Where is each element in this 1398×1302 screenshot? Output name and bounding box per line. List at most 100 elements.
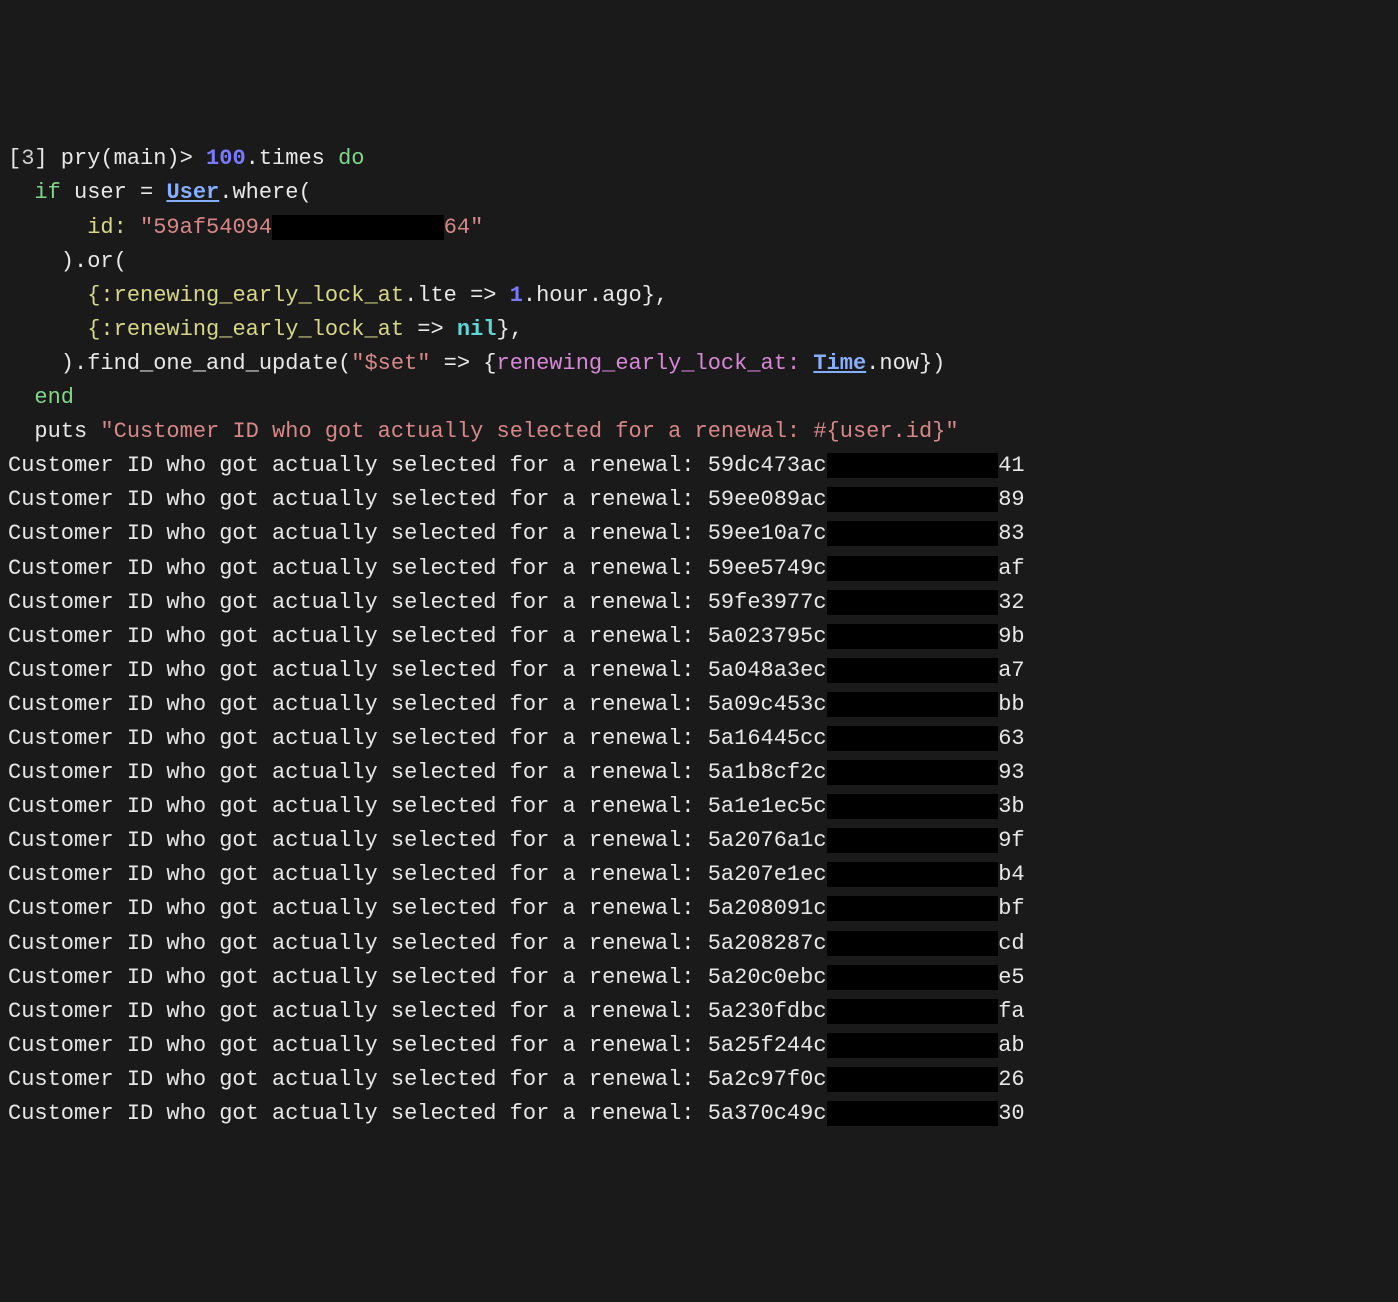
output-line: Customer ID who got actually selected fo… (8, 726, 1025, 751)
terminal[interactable]: [3] pry(main)> 100.times do if user = Us… (8, 142, 1390, 1131)
output-id-pre: 5a1b8cf2c (708, 760, 827, 785)
prompt-history-num: 3 (21, 146, 34, 171)
output-block: Customer ID who got actually selected fo… (8, 449, 1390, 1131)
output-line: Customer ID who got actually selected fo… (8, 862, 1025, 887)
output-id-post: 26 (998, 1067, 1024, 1092)
output-id-post: 63 (998, 726, 1024, 751)
output-id-pre: 5a023795c (708, 624, 827, 649)
output-id-post: b4 (998, 862, 1024, 887)
output-id-pre: 5a207e1ec (708, 862, 827, 887)
redacted-segment: XXXXXXXXXXXXX (827, 521, 999, 546)
output-line: Customer ID who got actually selected fo… (8, 453, 1025, 478)
code-id-val-pre: "59af54094 (127, 215, 272, 240)
output-id-post: 9b (998, 624, 1024, 649)
output-id-pre: 5a208091c (708, 896, 827, 921)
prompt-close: ] pry(main)> (34, 146, 206, 171)
output-id-pre: 5a2076a1c (708, 828, 827, 853)
code-puts-string: "Customer ID who got actually selected f… (87, 419, 958, 444)
redacted-segment: XXXXXXXXXXXXX (827, 931, 999, 956)
output-id-pre: 5a208287c (708, 931, 827, 956)
output-id-post: bb (998, 692, 1024, 717)
code-id-val-post: 64" (444, 215, 484, 240)
output-line: Customer ID who got actually selected fo… (8, 658, 1025, 683)
output-id-post: 32 (998, 590, 1024, 615)
redacted-segment: XXXXXXXXXXXXX (827, 453, 999, 478)
redacted-segment: XXXXXXXXXXXXX (827, 794, 999, 819)
code-nil: nil (457, 317, 497, 342)
code-sym2: {:renewing_early_lock_at (87, 317, 404, 342)
code-end: end (34, 385, 74, 410)
output-line: Customer ID who got actually selected fo… (8, 794, 1025, 819)
output-id-post: 83 (998, 521, 1024, 546)
output-line: Customer ID who got actually selected fo… (8, 760, 1025, 785)
output-id-pre: 59fe3977c (708, 590, 827, 615)
output-id-post: a7 (998, 658, 1024, 683)
output-id-post: af (998, 556, 1024, 581)
output-id-pre: 5a20c0ebc (708, 965, 827, 990)
output-line: Customer ID who got actually selected fo… (8, 521, 1025, 546)
code-user-class: User (166, 180, 219, 205)
redacted-segment: XXXXXXXXXXXXX (827, 726, 999, 751)
code-user-assign: user = (61, 180, 167, 205)
code-if: if (34, 180, 60, 205)
output-id-pre: 59dc473ac (708, 453, 827, 478)
output-id-pre: 5a1e1ec5c (708, 794, 827, 819)
redacted-segment: XXXXXXXXXXXXX (827, 1101, 999, 1126)
output-line: Customer ID who got actually selected fo… (8, 999, 1025, 1024)
output-id-pre: 5a2c97f0c (708, 1067, 827, 1092)
redacted-segment: XXXXXXXXXXXXX (827, 862, 999, 887)
output-id-pre: 5a230fdbc (708, 999, 827, 1024)
output-line: Customer ID who got actually selected fo… (8, 1067, 1025, 1092)
output-id-pre: 59ee5749c (708, 556, 827, 581)
code-foau-open: ).find_one_and_update( (8, 351, 351, 376)
output-id-pre: 5a09c453c (708, 692, 827, 717)
redacted-segment: XXXXXXXXXXXXX (827, 624, 999, 649)
output-id-post: 89 (998, 487, 1024, 512)
output-line: Customer ID who got actually selected fo… (8, 896, 1025, 921)
redacted-segment: XXXXXXXXXXXXX (827, 1033, 999, 1058)
code-times: .times (246, 146, 338, 171)
redacted-segment: XXXXXXXXXXXXX (827, 760, 999, 785)
code-arrow: => { (430, 351, 496, 376)
code-arrow-nil: => (404, 317, 457, 342)
code-hashkey: renewing_early_lock_at: (497, 351, 801, 376)
output-id-pre: 59ee089ac (708, 487, 827, 512)
redacted-segment: XXXXXXXXXXXXX (827, 965, 999, 990)
redacted-segment: XXXXXXXXXXXXX (827, 1067, 999, 1092)
output-line: Customer ID who got actually selected fo… (8, 556, 1025, 581)
output-id-post: 9f (998, 828, 1024, 853)
output-line: Customer ID who got actually selected fo… (8, 965, 1025, 990)
output-id-post: cd (998, 931, 1024, 956)
output-line: Customer ID who got actually selected fo… (8, 828, 1025, 853)
code-close-brace: }, (497, 317, 523, 342)
code-time-class: Time (813, 351, 866, 376)
output-id-post: bf (998, 896, 1024, 921)
redacted-id: XXXXXXXXXXXXX (272, 215, 444, 240)
code-do: do (338, 146, 364, 171)
code-space (800, 351, 813, 376)
output-id-pre: 5a370c49c (708, 1101, 827, 1126)
code-lte: .lte => (404, 283, 510, 308)
code-int-1: 1 (510, 283, 523, 308)
output-line: Customer ID who got actually selected fo… (8, 487, 1025, 512)
output-line: Customer ID who got actually selected fo… (8, 1033, 1025, 1058)
code-hour-ago: .hour.ago}, (523, 283, 668, 308)
output-line: Customer ID who got actually selected fo… (8, 590, 1025, 615)
redacted-segment: XXXXXXXXXXXXX (827, 896, 999, 921)
output-line: Customer ID who got actually selected fo… (8, 692, 1025, 717)
output-line: Customer ID who got actually selected fo… (8, 1101, 1025, 1126)
redacted-segment: XXXXXXXXXXXXX (827, 658, 999, 683)
output-id-post: 93 (998, 760, 1024, 785)
redacted-segment: XXXXXXXXXXXXX (827, 487, 999, 512)
output-id-post: ab (998, 1033, 1024, 1058)
code-dollar-set: "$set" (351, 351, 430, 376)
output-id-pre: 5a048a3ec (708, 658, 827, 683)
output-id-post: 3b (998, 794, 1024, 819)
redacted-segment: XXXXXXXXXXXXX (827, 556, 999, 581)
output-line: Customer ID who got actually selected fo… (8, 624, 1025, 649)
code-where: .where( (219, 180, 311, 205)
output-line: Customer ID who got actually selected fo… (8, 931, 1025, 956)
redacted-segment: XXXXXXXXXXXXX (827, 692, 999, 717)
output-id-pre: 59ee10a7c (708, 521, 827, 546)
code-or: ).or( (8, 249, 127, 274)
